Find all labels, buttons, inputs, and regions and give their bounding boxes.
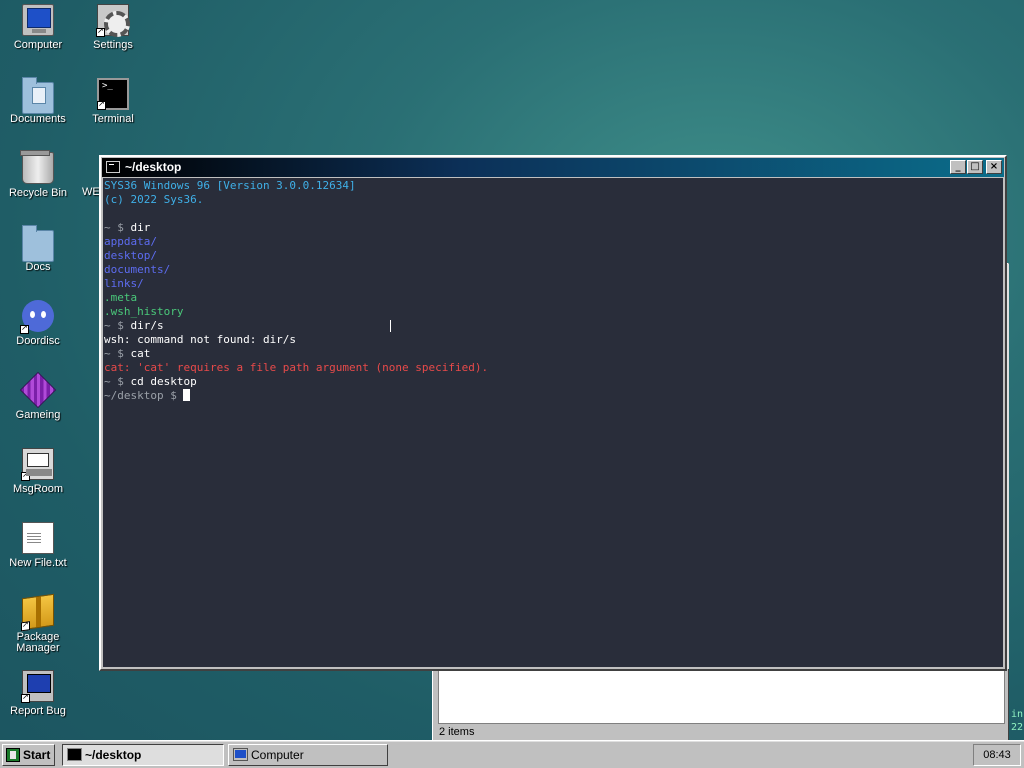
desktop-icon-label: New File.txt [9, 557, 67, 569]
settings-icon [96, 4, 130, 37]
prompt: ~ $ [104, 347, 131, 360]
package-icon [21, 593, 54, 632]
desktop-icon-doordisc[interactable]: Doordisc [1, 300, 75, 347]
terminal-line: ~ $ cat [104, 347, 1003, 361]
command-text: cat [130, 347, 151, 360]
terminal-line: desktop/ [104, 249, 157, 262]
prompt: ~ $ [104, 319, 131, 332]
desktop-icon-terminal[interactable]: Terminal [76, 78, 150, 125]
taskbar: Start ~/desktop Computer 08:43 [0, 740, 1024, 768]
desktop-icon-computer[interactable]: Computer [1, 4, 75, 51]
terminal-line: cat: 'cat' requires a file path argument… [104, 361, 489, 374]
terminal-line: documents/ [104, 263, 171, 276]
taskbar-item-terminal[interactable]: ~/desktop [62, 744, 224, 766]
window-title: ~/desktop [125, 160, 182, 174]
desktop-icon-label: Computer [13, 39, 63, 51]
desktop-icon-gameing[interactable]: Gameing [1, 371, 75, 421]
terminal-line: ~ $ dir/s [104, 319, 1003, 333]
computer-window-content[interactable] [438, 669, 1005, 724]
terminal-line: ~/desktop $ [104, 389, 1003, 403]
command-text: dir [130, 221, 151, 234]
terminal-line: (c) 2022 Sys36. [104, 193, 204, 206]
terminal-output[interactable]: SYS36 Windows 96 [Version 3.0.0.12634] (c… [103, 178, 1003, 667]
desktop-icon-label: Report Bug [10, 705, 66, 717]
terminal-line: .meta [104, 291, 138, 304]
start-icon [6, 748, 20, 762]
report-bug-icon [21, 670, 54, 703]
terminal-icon [67, 748, 82, 761]
desktop-icon-label: Documents [10, 113, 66, 125]
desktop-icon-new-file[interactable]: New File.txt [1, 522, 75, 569]
desktop-icon-label: Settings [93, 39, 133, 51]
desktop-icon-docs[interactable]: Docs [1, 225, 75, 273]
start-label: Start [23, 748, 51, 762]
terminal-line: ~ $ cd desktop [104, 375, 1003, 389]
clock: 08:43 [973, 744, 1021, 766]
desktop-icon-recycle-bin[interactable]: Recycle Bin [1, 150, 75, 199]
desktop-icon-label: Package Manager [16, 631, 60, 654]
desktop-icon-label: Terminal [92, 113, 134, 125]
taskbar-item-computer[interactable]: Computer [228, 744, 388, 766]
terminal-line: appdata/ [104, 235, 157, 248]
close-button[interactable]: × [986, 160, 1002, 174]
prompt: ~ $ [104, 375, 131, 388]
text-cursor-ibeam [390, 320, 391, 332]
text-file-icon [22, 522, 54, 554]
terminal-line: .wsh_history [104, 305, 184, 318]
folder-icon [22, 225, 54, 262]
status-bar: 2 items [439, 726, 475, 738]
minimize-button[interactable]: _ [950, 160, 966, 174]
prompt: ~/desktop $ [104, 389, 184, 402]
recycle-bin-icon [20, 150, 54, 184]
partial-text-line: 22 [1011, 722, 1024, 733]
maximize-button[interactable]: □ [967, 160, 983, 174]
desktop-icon-documents[interactable]: Documents [1, 77, 75, 125]
title-bar[interactable]: ~/desktop _ □ × [102, 158, 1004, 177]
command-text: dir/s [130, 319, 164, 332]
documents-folder-icon [22, 77, 54, 114]
desktop-icon-settings[interactable]: Settings [76, 4, 150, 51]
terminal-icon [106, 161, 120, 173]
desktop-icon-label: MsgRoom [12, 483, 64, 495]
terminal-line: links/ [104, 277, 144, 290]
desktop-icon-msgroom[interactable]: MsgRoom [1, 448, 75, 495]
terminal-icon [97, 78, 129, 110]
start-button[interactable]: Start [2, 744, 55, 766]
desktop-icon-label: Gameing [15, 409, 61, 421]
partial-window-text: in 22 [1011, 708, 1023, 734]
taskbar-item-label: ~/desktop [85, 748, 142, 762]
doordisc-icon [20, 300, 54, 334]
terminal-window[interactable]: ~/desktop _ □ × SYS36 Windows 96 [Versio… [99, 155, 1007, 671]
taskbar-item-label: Computer [251, 748, 304, 762]
msgroom-icon [21, 448, 54, 481]
caret-cursor [183, 389, 191, 401]
desktop-icon-partial-label[interactable]: WE [82, 186, 100, 198]
computer-icon [233, 748, 248, 761]
desktop-icon-label: Doordisc [16, 335, 60, 347]
desktop-icon-package-manager[interactable]: Package Manager [1, 593, 75, 654]
desktop-icon-label: Docs [25, 261, 51, 273]
terminal-line: ~ $ dir [104, 221, 1003, 235]
game-cube-icon [19, 371, 57, 409]
command-text: cd desktop [130, 375, 197, 388]
terminal-line: wsh: command not found: dir/s [104, 333, 297, 346]
desktop-icon-label: Recycle Bin [8, 187, 68, 199]
prompt: ~ $ [104, 221, 131, 234]
partial-text-line: in [1011, 709, 1024, 720]
computer-icon [22, 4, 54, 36]
terminal-line: SYS36 Windows 96 [Version 3.0.0.12634] [104, 179, 356, 192]
desktop-icon-report-bug[interactable]: Report Bug [1, 670, 75, 717]
window-controls: _ □ × [950, 160, 1002, 174]
